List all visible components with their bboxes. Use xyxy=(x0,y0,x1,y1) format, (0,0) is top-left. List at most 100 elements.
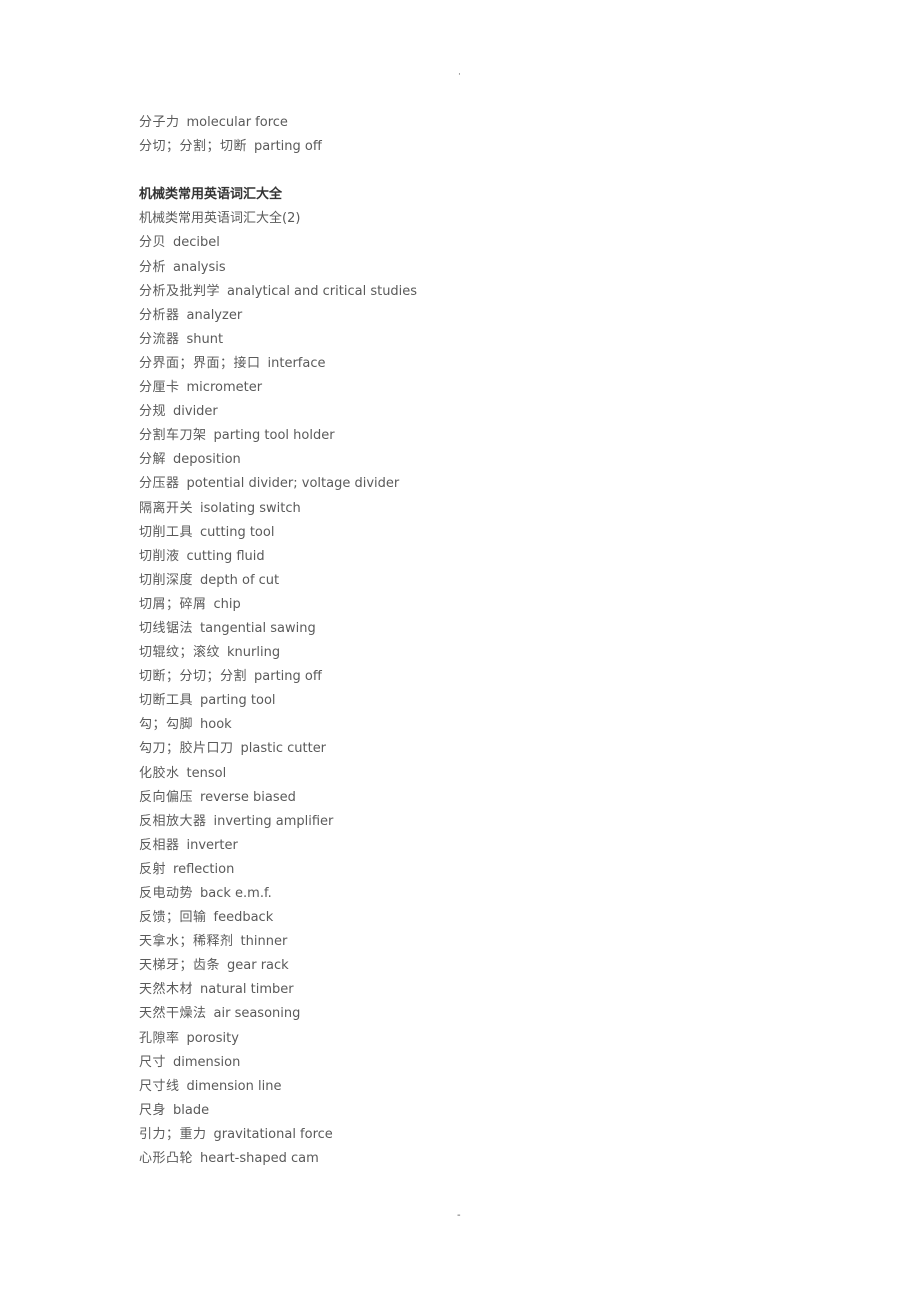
entry-chinese: 分析器 xyxy=(139,307,180,323)
entry-chinese: 切线锯法 xyxy=(139,620,194,636)
entry-english: potential divider; voltage divider xyxy=(186,476,400,492)
glossary-entry: 分规 divider xyxy=(139,400,779,424)
entry-chinese: 化胶水 xyxy=(139,765,180,781)
entry-english: dimension line xyxy=(186,1078,282,1094)
entry-english: analysis xyxy=(173,259,226,275)
entry-english: depth of cut xyxy=(200,572,280,588)
entry-chinese: 分析及批判学 xyxy=(139,283,221,299)
entry-english: chip xyxy=(213,596,241,612)
entry-english: tangential sawing xyxy=(200,620,316,636)
glossary-entry: 尺身 blade xyxy=(139,1099,779,1123)
entry-english: hook xyxy=(200,717,232,733)
entry-english: reverse biased xyxy=(200,789,296,805)
glossary-entry: 分界面；界面；接口 interface xyxy=(139,352,779,376)
glossary-entry: 切辊纹；滚纹 knurling xyxy=(139,641,779,665)
glossary-entry: 分压器 potential divider; voltage divider xyxy=(139,472,779,496)
glossary-entry: 反电动势 back e.m.f. xyxy=(139,882,779,906)
intro-entries: 分子力 molecular force 分切；分割；切断 parting off xyxy=(139,111,779,159)
section-title: 机械类常用英语词汇大全 xyxy=(139,187,283,203)
entry-english: parting tool xyxy=(200,693,276,709)
entry-chinese: 天然木材 xyxy=(139,982,194,998)
entry-chinese: 天梯牙；齿条 xyxy=(139,958,221,974)
entry-english: micrometer xyxy=(186,380,263,396)
entry-chinese: 尺寸线 xyxy=(139,1078,180,1094)
glossary-entry: 反相放大器 inverting amplifier xyxy=(139,810,779,834)
entry-chinese: 分解 xyxy=(139,452,167,468)
entry-english: inverting amplifier xyxy=(213,813,334,829)
entry-english: thinner xyxy=(240,934,288,950)
entry-chinese: 反射 xyxy=(139,861,167,877)
entry-english: decibel xyxy=(173,235,220,251)
entry-english: analyzer xyxy=(186,307,243,323)
entry-english: cutting tool xyxy=(200,524,275,540)
entry-chinese: 反向偏压 xyxy=(139,789,194,805)
entry-english: inverter xyxy=(186,837,238,853)
entry-english: back e.m.f. xyxy=(200,886,272,901)
glossary-entry: 勾；勾脚 hook xyxy=(139,713,779,737)
entry-chinese: 勾；勾脚 xyxy=(139,717,194,733)
entry-english: porosity xyxy=(186,1030,239,1046)
glossary-entry: 化胶水 tensol xyxy=(139,762,779,786)
entry-english: reflection xyxy=(173,861,235,877)
entry-chinese: 分厘卡 xyxy=(139,380,180,396)
entry-chinese: 反电动势 xyxy=(139,886,194,901)
glossary-entry: 切削液 cutting fluid xyxy=(139,545,779,569)
entry-chinese: 切屑；碎屑 xyxy=(139,596,207,612)
glossary-entry: 尺寸线 dimension line xyxy=(139,1075,779,1099)
glossary-entry: 勾刀；胶片口刀 plastic cutter xyxy=(139,737,779,761)
entry-chinese: 分流器 xyxy=(139,331,180,347)
entry-english: knurling xyxy=(227,645,281,661)
entry-english: parting tool holder xyxy=(213,428,335,444)
glossary-entry: 切削工具 cutting tool xyxy=(139,521,779,545)
glossary-entry: 隔离开关 isolating switch xyxy=(139,497,779,521)
glossary-entry: 切削深度 depth of cut xyxy=(139,569,779,593)
entry-english: interface xyxy=(267,355,326,371)
glossary-entry: 反射 reflection xyxy=(139,858,779,882)
entry-english: molecular force xyxy=(186,115,288,130)
glossary-entry: 反向偏压 reverse biased xyxy=(139,786,779,810)
entry-english: gravitational force xyxy=(213,1126,333,1142)
glossary-entry: 反馈；回输 feedback xyxy=(139,906,779,930)
entry-chinese: 切辊纹；滚纹 xyxy=(139,645,221,661)
entry-chinese: 勾刀；胶片口刀 xyxy=(139,741,234,757)
glossary-entry: 天然木材 natural timber xyxy=(139,978,779,1002)
entry-chinese: 分割车刀架 xyxy=(139,428,207,444)
entry-english: gear rack xyxy=(227,958,289,974)
glossary-entry: 分子力 molecular force xyxy=(139,111,779,135)
entry-chinese: 尺寸 xyxy=(139,1054,167,1070)
glossary-entry: 分贝 decibel xyxy=(139,231,779,255)
entry-english: natural timber xyxy=(200,982,294,998)
glossary-entry: 切线锯法 tangential sawing xyxy=(139,617,779,641)
entry-english: shunt xyxy=(186,331,224,347)
glossary-entry: 孔隙率 porosity xyxy=(139,1027,779,1051)
glossary-entry: 心形凸轮 heart-shaped cam xyxy=(139,1147,779,1171)
page-footer-mark: - xyxy=(457,1210,461,1221)
entry-chinese: 尺身 xyxy=(139,1102,167,1118)
glossary-entry: 切断；分切；分割 parting off xyxy=(139,665,779,689)
entry-english: deposition xyxy=(173,452,241,468)
entry-chinese: 隔离开关 xyxy=(139,500,194,516)
section-subtitle: 机械类常用英语词汇大全(2) xyxy=(139,211,301,227)
entry-chinese: 分压器 xyxy=(139,476,180,492)
entry-english: plastic cutter xyxy=(240,741,327,757)
entry-chinese: 反馈；回输 xyxy=(139,910,207,926)
entry-english: parting off xyxy=(254,139,322,155)
glossary-entry: 分析器 analyzer xyxy=(139,304,779,328)
glossary-entry: 分割车刀架 parting tool holder xyxy=(139,424,779,448)
entry-chinese: 分子力 xyxy=(139,115,180,130)
glossary-entry: 分流器 shunt xyxy=(139,328,779,352)
entry-english: air seasoning xyxy=(213,1006,301,1022)
entry-chinese: 分切；分割；切断 xyxy=(139,139,248,155)
entry-chinese: 引力；重力 xyxy=(139,1126,207,1142)
entry-chinese: 心形凸轮 xyxy=(139,1151,194,1167)
entry-english: blade xyxy=(173,1102,210,1118)
entry-chinese: 切削液 xyxy=(139,548,180,564)
glossary-entry: 天梯牙；齿条 gear rack xyxy=(139,954,779,978)
entry-chinese: 天拿水；稀释剂 xyxy=(139,934,234,950)
glossary-entry: 分切；分割；切断 parting off xyxy=(139,135,779,159)
glossary-entry: 引力；重力 gravitational force xyxy=(139,1123,779,1147)
glossary-entry: 天然干燥法 air seasoning xyxy=(139,1002,779,1026)
document-body: 分子力 molecular force 分切；分割；切断 parting off 机… xyxy=(139,111,779,1171)
entry-chinese: 切削深度 xyxy=(139,572,194,588)
entry-english: dimension xyxy=(173,1054,241,1070)
